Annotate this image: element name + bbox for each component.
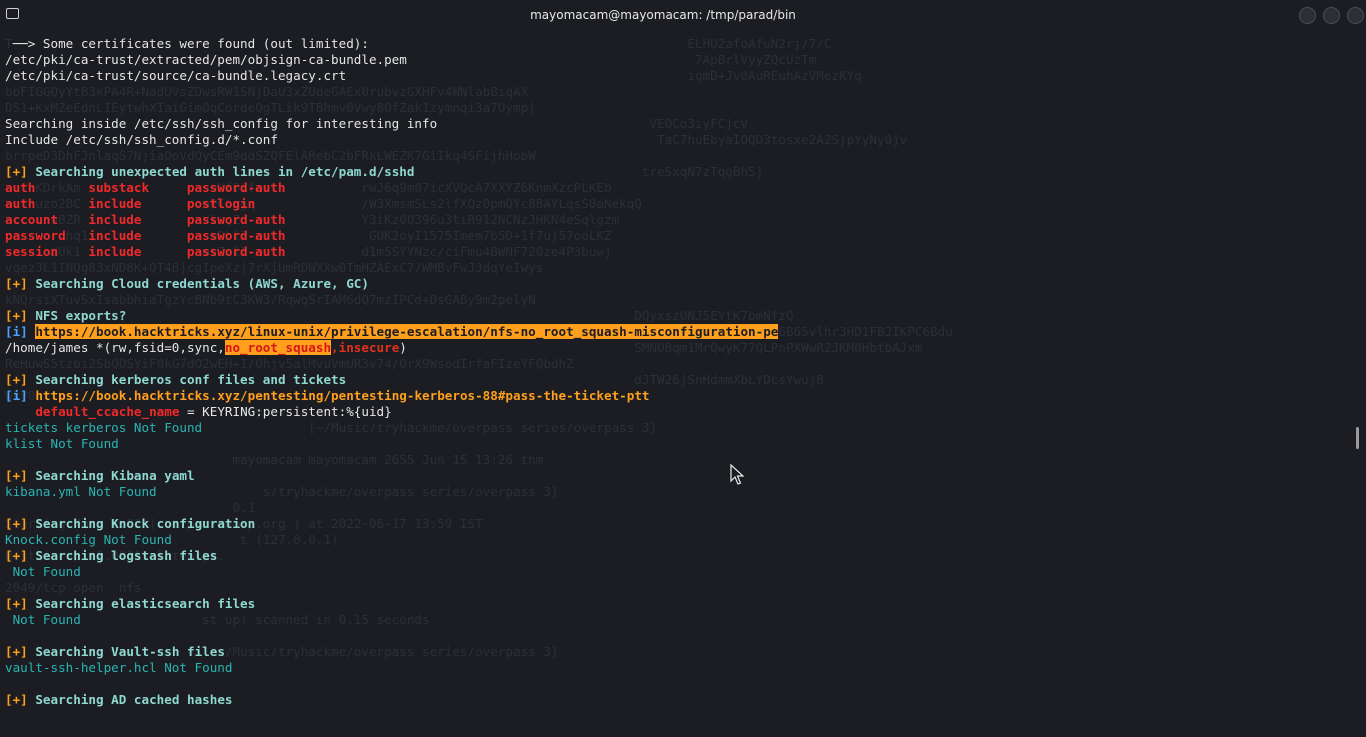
pam-control: substack xyxy=(88,180,150,195)
window-close-icon[interactable] xyxy=(1347,7,1364,24)
section-tag: [+] xyxy=(5,516,28,531)
not-found-line: Not Found xyxy=(5,612,81,627)
info-line: [i] https://book.hacktricks.xyz/pentesti… xyxy=(5,388,1345,404)
not-found-line: vault-ssh-helper.hcl Not Found xyxy=(5,660,233,675)
pam-control: include xyxy=(88,244,142,259)
pam-module: password-auth xyxy=(186,244,286,259)
section-title: Searching kerberos conf files and ticket… xyxy=(35,372,347,387)
section-tag: [+] xyxy=(5,276,28,291)
section-header: [+] Searching AD cached hashes xyxy=(5,692,1345,708)
section-header: [+] NFS exports? xyxy=(5,308,1345,324)
nfs-insecure-flag: ,insecure xyxy=(331,340,400,355)
nfs-reference-link[interactable]: https://book.hacktricks.xyz/linux-unix/p… xyxy=(35,324,779,339)
nfs-export-suffix: ) xyxy=(399,340,407,355)
pam-auth-lines: auth substack password-auth auth include post… xyxy=(5,180,1345,260)
section-title: NFS exports? xyxy=(35,308,127,323)
section-tag: [+] xyxy=(5,548,28,563)
window-title: mayomacam@mayomacam: /tmp/parad/bin xyxy=(530,8,796,22)
pam-auth-row: auth include postlogin xyxy=(5,196,1345,212)
pam-type: auth xyxy=(5,180,36,195)
pam-module: password-auth xyxy=(186,180,286,195)
section-title: Searching Kibana yaml xyxy=(35,468,195,483)
pam-type: session xyxy=(5,244,59,259)
not-found-line: klist Not Found xyxy=(5,436,119,451)
pam-auth-row: session include password-auth xyxy=(5,244,1345,260)
pam-auth-row: auth substack password-auth xyxy=(5,180,1345,196)
ssh-include-line: Include /etc/ssh/ssh_config.d/*.conf xyxy=(5,132,278,147)
pam-auth-row: password include password-auth xyxy=(5,228,1345,244)
not-found-line: kibana.yml Not Found xyxy=(5,484,157,499)
not-found-line: Not Found xyxy=(5,564,81,579)
section-tag: [+] xyxy=(5,644,28,659)
info-tag: [i] xyxy=(5,388,28,403)
section-header: [+] Searching unexpected auth lines in /… xyxy=(5,164,1345,180)
pam-module: password-auth xyxy=(186,228,286,243)
section-tag: [+] xyxy=(5,308,28,323)
not-found-line: Knock.config Not Found xyxy=(5,532,172,547)
ccache-value: = KEYRING:persistent:%{uid} xyxy=(179,404,392,419)
window-minimize-icon[interactable] xyxy=(1299,7,1316,24)
terminal-screen[interactable]: T ELHU2afoAfuN2rj/7/C 7ApBrlVyyZQcUzTm i… xyxy=(0,33,1350,737)
no-root-squash-highlight: no_root_squash xyxy=(224,340,332,355)
info-tag: [i] xyxy=(5,324,28,339)
kerberos-reference-link[interactable]: https://book.hacktricks.xyz/pentesting/p… xyxy=(35,388,649,403)
section-header: [+] Searching Vault-ssh files xyxy=(5,644,1345,660)
info-line: [i] https://book.hacktricks.xyz/linux-un… xyxy=(5,324,1345,340)
section-header: [+] Searching elasticsearch files xyxy=(5,596,1345,612)
ssh-search-line: Searching inside /etc/ssh/ssh_config for… xyxy=(5,116,438,131)
certs-header: ──> Some certificates were found (out li… xyxy=(5,36,369,51)
pam-control: include xyxy=(88,212,142,227)
section-header: [+] Searching logstash files xyxy=(5,548,1345,564)
section-title: Searching elasticsearch files xyxy=(35,596,256,611)
scrollbar-thumb[interactable] xyxy=(1356,427,1359,449)
section-title: Searching Vault-ssh files xyxy=(35,644,225,659)
title-bar: mayomacam@mayomacam: /tmp/parad/bin xyxy=(0,0,1366,32)
section-tag: [+] xyxy=(5,468,28,483)
section-tag: [+] xyxy=(5,164,28,179)
not-found-line: tickets kerberos Not Found xyxy=(5,420,203,435)
section-title: Searching Cloud credentials (AWS, Azure,… xyxy=(35,276,369,291)
mouse-pointer-icon xyxy=(730,464,744,485)
pam-type: auth xyxy=(5,196,36,211)
section-header: [+] Searching kerberos conf files and ti… xyxy=(5,372,1345,388)
section-header: [+] Searching Kibana yaml xyxy=(5,468,1345,484)
terminal-output: ──> Some certificates were found (out li… xyxy=(5,36,1345,708)
pam-type: account xyxy=(5,212,59,227)
pam-control: include xyxy=(88,228,142,243)
pam-control: include xyxy=(88,196,142,211)
section-title: Searching Knock configuration xyxy=(35,516,256,531)
scrollbar[interactable] xyxy=(1350,33,1366,737)
section-header: [+] Searching Cloud credentials (AWS, Az… xyxy=(5,276,1345,292)
section-header: [+] Searching Knock configuration xyxy=(5,516,1345,532)
section-tag: [+] xyxy=(5,372,28,387)
window-maximize-icon[interactable] xyxy=(1323,7,1340,24)
pam-auth-row: account include password-auth xyxy=(5,212,1345,228)
pam-module: password-auth xyxy=(186,212,286,227)
nfs-export-prefix: /home/james *(rw,fsid=0,sync, xyxy=(5,340,225,355)
ccache-line: default_ccache_name = KEYRING:persistent… xyxy=(5,404,1345,420)
section-title: Searching unexpected auth lines in /etc/… xyxy=(35,164,415,179)
pam-type: password xyxy=(5,228,66,243)
section-tag: [+] xyxy=(5,596,28,611)
ccache-key: default_ccache_name xyxy=(35,404,180,419)
section-tag: [+] xyxy=(5,692,28,707)
cert-path: /etc/pki/ca-trust/source/ca-bundle.legac… xyxy=(5,68,347,83)
section-title: Searching logstash files xyxy=(35,548,218,563)
cert-path: /etc/pki/ca-trust/extracted/pem/objsign-… xyxy=(5,52,407,67)
section-title: Searching AD cached hashes xyxy=(35,692,233,707)
pam-module: postlogin xyxy=(186,196,256,211)
nfs-export-line: /home/james *(rw,fsid=0,sync,no_root_squ… xyxy=(5,340,1345,356)
